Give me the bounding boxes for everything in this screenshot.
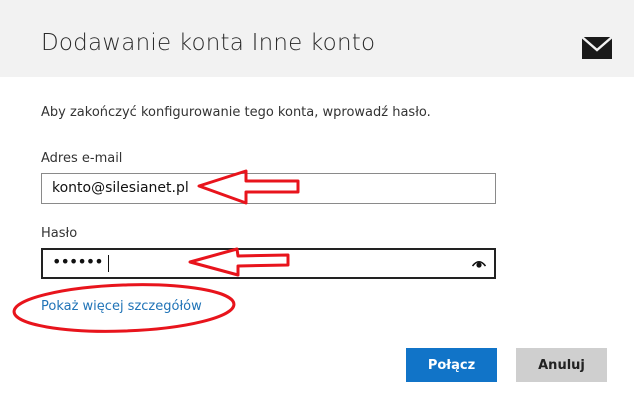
instruction-text: Aby zakończyć konfigurowanie tego konta,…: [41, 105, 431, 120]
mail-icon: [581, 36, 613, 59]
email-label: Adres e-mail: [41, 151, 123, 166]
email-value: konto@silesianet.pl: [52, 180, 189, 196]
dialog-title: Dodawanie konta Inne konto: [41, 30, 376, 56]
password-label: Hasło: [41, 226, 78, 241]
password-field[interactable]: ••••••: [41, 248, 496, 279]
cancel-button[interactable]: Anuluj: [516, 348, 607, 382]
password-masked-value: ••••••: [52, 252, 104, 271]
connect-button[interactable]: Połącz: [406, 348, 497, 382]
show-more-details-link[interactable]: Pokaż więcej szczegółów: [41, 299, 202, 314]
email-field[interactable]: konto@silesianet.pl: [41, 173, 496, 204]
dialog-header: Dodawanie konta Inne konto: [0, 0, 634, 77]
text-caret: [108, 255, 109, 272]
eye-icon[interactable]: [472, 259, 486, 268]
